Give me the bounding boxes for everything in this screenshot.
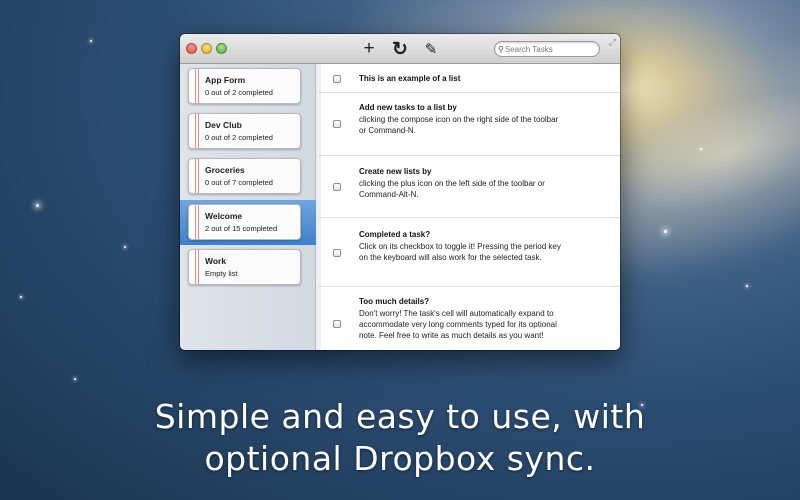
task-title: Create new lists by: [359, 167, 432, 176]
list-progress: 0 out of 2 completed: [205, 133, 273, 142]
task-note: Click on its checkbox to toggle it! Pres…: [359, 242, 561, 262]
list-card: Welcome 2 out of 15 completed: [188, 204, 301, 240]
list-title: App Form: [205, 75, 246, 85]
task-row[interactable]: Add new tasks to a list by clicking the …: [316, 93, 620, 156]
search-input[interactable]: [504, 44, 593, 54]
list-title: Groceries: [205, 165, 245, 175]
search-icon: ⚲: [498, 44, 504, 54]
task-checkbox[interactable]: [333, 120, 341, 128]
star: [90, 40, 92, 42]
task-note: clicking the plus icon on the left side …: [359, 179, 545, 199]
task-list: This is an example of a list Add new tas…: [316, 64, 620, 350]
task-note: Don't worry! The task's cell will automa…: [359, 309, 557, 340]
task-checkbox[interactable]: [333, 249, 341, 257]
star: [700, 148, 702, 150]
lists-sidebar: App Form 0 out of 2 completed Dev Club 0…: [180, 64, 316, 350]
list-item-app-form[interactable]: App Form 0 out of 2 completed: [180, 64, 316, 109]
minimize-window-button[interactable]: [201, 43, 212, 54]
list-item-groceries[interactable]: Groceries 0 out of 7 completed: [180, 154, 316, 199]
list-title: Work: [205, 256, 227, 266]
task-row[interactable]: Too much details? Don't worry! The task'…: [316, 287, 620, 350]
list-item-dev-club[interactable]: Dev Club 0 out of 2 completed: [180, 109, 316, 154]
list-title: Dev Club: [205, 120, 242, 130]
list-title: Welcome: [205, 211, 243, 221]
list-card: Dev Club 0 out of 2 completed: [188, 113, 301, 149]
marketing-caption-line-2: optional Dropbox sync.: [204, 439, 596, 478]
task-checkbox[interactable]: [333, 320, 341, 328]
fullscreen-icon[interactable]: ⤢: [609, 37, 616, 48]
task-checkbox[interactable]: [333, 183, 341, 191]
app-window: + ↻ ✎ ⚲ ⤢ App Form 0 out of 2 completed …: [180, 34, 620, 350]
list-card: Groceries 0 out of 7 completed: [188, 158, 301, 194]
search-field[interactable]: ⚲: [494, 41, 600, 57]
task-row[interactable]: Create new lists by clicking the plus ic…: [316, 156, 620, 218]
task-title: Completed a task?: [359, 230, 431, 239]
list-progress: 0 out of 7 completed: [205, 178, 273, 187]
task-title: Add new tasks to a list by: [359, 103, 457, 112]
star: [20, 296, 22, 298]
marketing-caption-line-1: Simple and easy to use, with: [154, 397, 646, 436]
task-title: Too much details?: [359, 297, 430, 306]
list-item-work[interactable]: Work Empty list: [180, 245, 316, 290]
compose-icon[interactable]: ✎: [421, 39, 441, 59]
list-card: App Form 0 out of 2 completed: [188, 68, 301, 104]
task-row[interactable]: Completed a task? Click on its checkbox …: [316, 218, 620, 287]
task-checkbox[interactable]: [333, 75, 341, 83]
refresh-icon[interactable]: ↻: [390, 39, 410, 60]
list-progress: 2 out of 15 completed: [205, 224, 278, 233]
star: [36, 204, 39, 207]
task-title: This is an example of a list: [359, 74, 461, 83]
zoom-window-button[interactable]: [216, 43, 227, 54]
star: [124, 246, 126, 248]
star: [746, 285, 748, 287]
task-row[interactable]: This is an example of a list: [316, 64, 620, 93]
list-item-welcome[interactable]: Welcome 2 out of 15 completed: [180, 200, 316, 245]
list-card: Work Empty list: [188, 249, 301, 285]
list-progress: Empty list: [205, 269, 238, 278]
task-note: clicking the compose icon on the right s…: [359, 115, 559, 135]
list-progress: 0 out of 2 completed: [205, 88, 273, 97]
toolbar: + ↻ ✎ ⚲ ⤢: [180, 34, 620, 64]
plus-icon[interactable]: +: [359, 38, 379, 59]
star: [664, 230, 667, 233]
close-window-button[interactable]: [186, 43, 197, 54]
window-controls: [186, 43, 227, 54]
star: [74, 378, 76, 380]
